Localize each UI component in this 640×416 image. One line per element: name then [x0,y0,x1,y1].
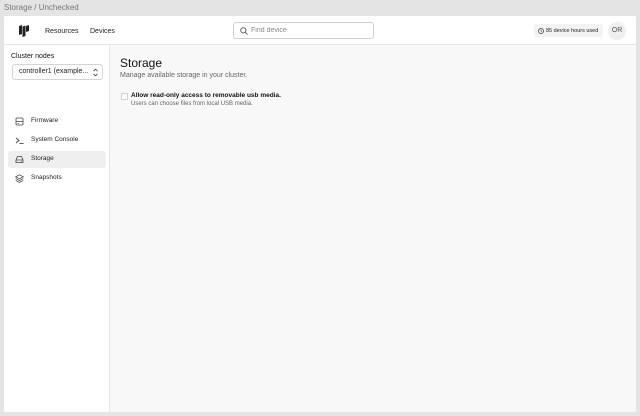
device-hours-badge: 85 device hours used [534,24,604,37]
search-icon [240,27,248,35]
usb-readonly-help: Users can choose files from local USB me… [131,101,253,107]
usb-readonly-label[interactable]: Allow read-only access to removable usb … [131,92,281,99]
app-window: Resources Devices 85 device hours used O… [4,16,636,412]
chevron-up-down-icon [93,68,98,77]
page-subtitle: Manage available storage in your cluster… [120,72,248,79]
firmware-icon [15,117,24,126]
cluster-node-select[interactable]: controller1 (example... [12,64,103,80]
sidebar-item-label: System Console [31,136,79,143]
window-title: Storage / Unchecked [4,3,79,12]
cluster-node-select-value: controller1 (example... [19,68,89,75]
sidebar-item-firmware[interactable]: Firmware [8,113,106,130]
top-bar: Resources Devices 85 device hours used O… [4,16,636,45]
nav-devices[interactable]: Devices [90,27,115,36]
sidebar-item-snapshots[interactable]: Snapshots [8,170,106,187]
layers-icon [15,174,24,183]
sidebar-item-storage[interactable]: Storage [8,151,106,168]
page-title: Storage [120,56,163,70]
main-content: Storage Manage available storage in your… [110,45,636,412]
sidebar: Cluster nodes controller1 (example... Fi… [4,45,110,412]
search-input[interactable] [251,25,369,36]
device-search[interactable] [233,22,374,39]
brand-logo-icon[interactable] [19,25,29,37]
cluster-nodes-heading: Cluster nodes [11,53,55,60]
usb-readonly-checkbox[interactable] [121,93,128,100]
nav-resources[interactable]: Resources [45,27,78,36]
device-hours-text: 85 device hours used [546,27,599,34]
sidebar-item-system-console[interactable]: System Console [8,132,106,149]
user-avatar[interactable]: OR [608,22,626,40]
clock-icon [538,27,544,34]
storage-icon [15,156,24,163]
sidebar-item-label: Firmware [31,117,59,124]
sidebar-item-label: Snapshots [31,174,62,181]
terminal-icon [15,137,24,144]
sidebar-item-label: Storage [31,155,54,162]
